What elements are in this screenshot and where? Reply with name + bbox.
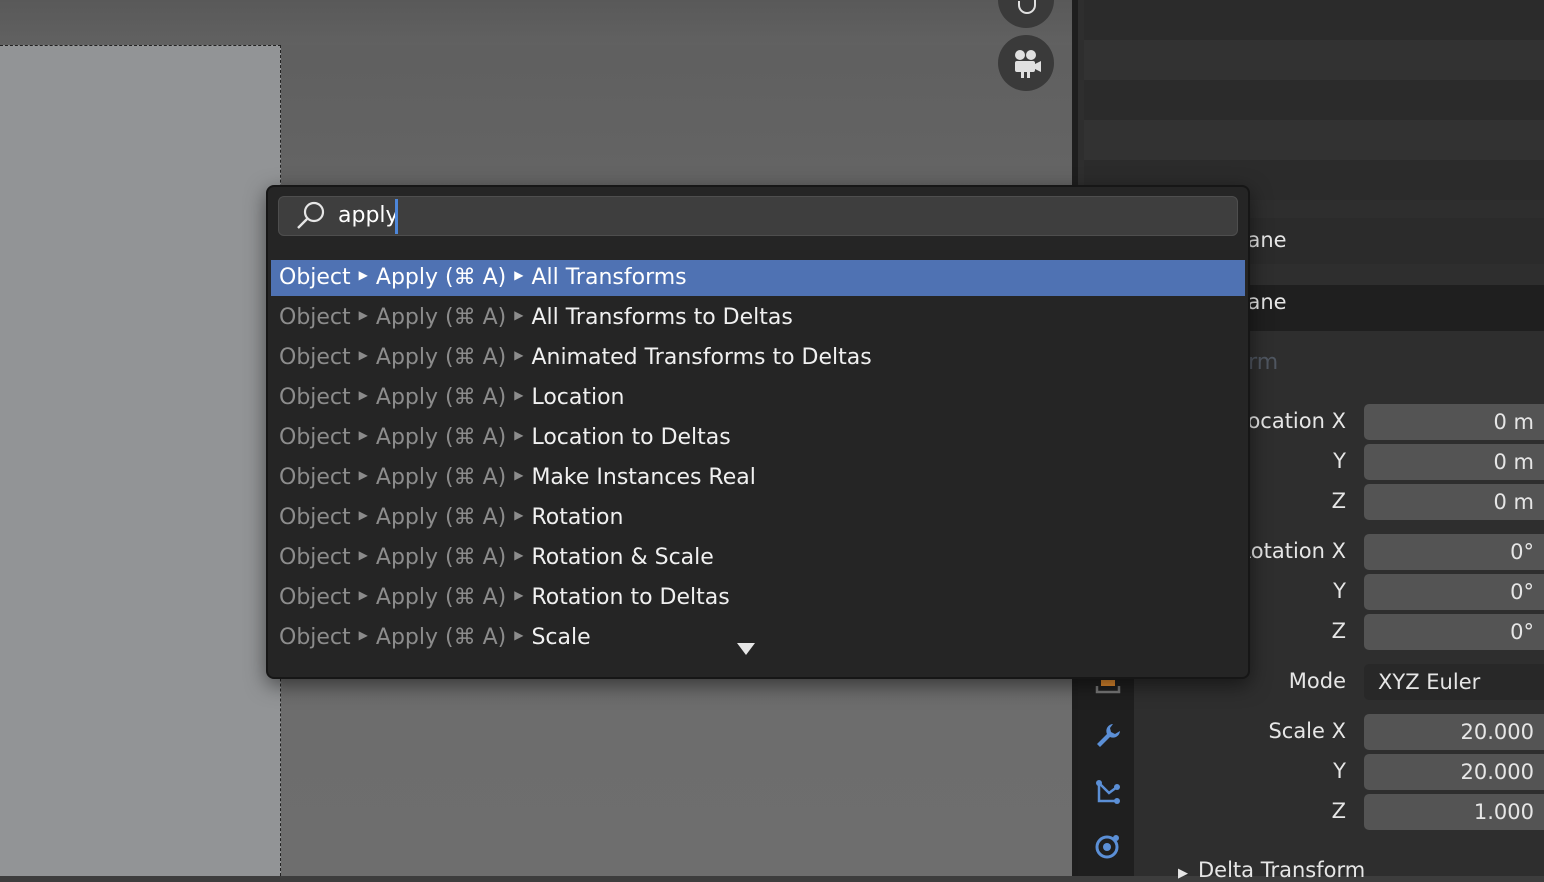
scale-y-label: Y	[1333, 759, 1346, 783]
result-label: Rotation	[531, 505, 624, 530]
search-result-item[interactable]: Object ▶ Apply (⌘ A) ▶ Make Instances Real	[271, 460, 1245, 496]
camera-view-button[interactable]	[998, 35, 1054, 91]
outliner-row	[1084, 0, 1544, 40]
result-breadcrumb: Apply (⌘ A)	[375, 465, 507, 490]
result-breadcrumb: Object	[279, 625, 351, 650]
camera-frame	[0, 45, 281, 876]
search-result-item[interactable]: Object ▶ Apply (⌘ A) ▶ Location	[271, 380, 1245, 416]
breadcrumb-separator-icon: ▶	[514, 588, 524, 602]
physics-icon	[1095, 835, 1119, 859]
breadcrumb-separator-icon: ▶	[514, 308, 524, 322]
viewport-header-area	[0, 0, 1072, 45]
result-label: Location	[531, 385, 625, 410]
breadcrumb-separator-icon: ▶	[358, 388, 368, 402]
result-label: Scale	[531, 625, 591, 650]
result-breadcrumb: Object	[279, 305, 351, 330]
location-x-field[interactable]: 0 m	[1364, 404, 1544, 440]
result-breadcrumb: Apply (⌘ A)	[375, 385, 507, 410]
search-result-item[interactable]: Object ▶ Apply (⌘ A) ▶ Rotation	[271, 500, 1245, 536]
search-field[interactable]	[278, 196, 1238, 236]
result-breadcrumb: Apply (⌘ A)	[375, 425, 507, 450]
result-label: All Transforms to Deltas	[531, 305, 793, 330]
modifier-icon	[1097, 724, 1120, 747]
scale-z-label: Z	[1331, 799, 1346, 823]
search-result-item[interactable]: Object ▶ Apply (⌘ A) ▶ Scale	[271, 620, 1245, 656]
scroll-down-arrow-icon[interactable]	[737, 643, 755, 655]
result-breadcrumb: Apply (⌘ A)	[375, 585, 507, 610]
text-cursor	[395, 199, 398, 234]
camera-icon	[1015, 50, 1041, 78]
result-label: Make Instances Real	[531, 465, 756, 490]
hand-icon	[1018, 0, 1036, 14]
breadcrumb-separator-icon: ▶	[358, 348, 368, 362]
search-result-item[interactable]: Object ▶ Apply (⌘ A) ▶ All Transforms	[271, 260, 1245, 296]
breadcrumb-separator-icon: ▶	[358, 588, 368, 602]
breadcrumb-separator-icon: ▶	[514, 348, 524, 362]
result-label: Location to Deltas	[531, 425, 731, 450]
search-result-item[interactable]: Object ▶ Apply (⌘ A) ▶ All Transforms to Del…	[271, 300, 1245, 336]
result-label: All Transforms	[531, 265, 687, 290]
result-breadcrumb: Apply (⌘ A)	[375, 625, 507, 650]
result-breadcrumb: Object	[279, 465, 351, 490]
result-label: Rotation & Scale	[531, 545, 714, 570]
breadcrumb-separator-icon: ▶	[514, 628, 524, 642]
result-label: Rotation to Deltas	[531, 585, 730, 610]
location-y-field[interactable]: 0 m	[1364, 444, 1544, 480]
search-result-item[interactable]: Object ▶ Apply (⌘ A) ▶ Rotation & Scale	[271, 540, 1245, 576]
scale-x-field[interactable]: 20.000	[1364, 714, 1544, 750]
breadcrumb-separator-icon: ▶	[358, 308, 368, 322]
rotation-mode-dropdown[interactable]: XYZ Euler	[1364, 664, 1544, 700]
result-breadcrumb: Object	[279, 425, 351, 450]
breadcrumb-separator-icon: ▶	[358, 428, 368, 442]
result-breadcrumb: Object	[279, 385, 351, 410]
rotation-x-field[interactable]: 0°	[1364, 534, 1544, 570]
result-breadcrumb: Object	[279, 545, 351, 570]
result-breadcrumb: Object	[279, 265, 351, 290]
result-breadcrumb: Apply (⌘ A)	[375, 265, 507, 290]
location-z-field[interactable]: 0 m	[1364, 484, 1544, 520]
outliner-row	[1084, 40, 1544, 80]
breadcrumb-separator-icon: ▶	[514, 268, 524, 282]
outliner-row	[1084, 80, 1544, 120]
breadcrumb-separator-icon: ▶	[514, 548, 524, 562]
breadcrumb-separator-icon: ▶	[358, 628, 368, 642]
breadcrumb-separator-icon: ▶	[514, 508, 524, 522]
search-result-item[interactable]: Object ▶ Apply (⌘ A) ▶ Rotation to Deltas	[271, 580, 1245, 616]
scale-z-field[interactable]: 1.000	[1364, 794, 1544, 830]
breadcrumb-separator-icon: ▶	[358, 508, 368, 522]
result-label: Animated Transforms to Deltas	[531, 345, 872, 370]
search-result-item[interactable]: Object ▶ Apply (⌘ A) ▶ Location to Deltas	[271, 420, 1245, 456]
result-breadcrumb: Object	[279, 585, 351, 610]
breadcrumb-separator-icon: ▶	[514, 468, 524, 482]
breadcrumb-separator-icon: ▶	[514, 428, 524, 442]
breadcrumb-separator-icon: ▶	[358, 268, 368, 282]
scale-x-label: Scale X	[1268, 719, 1346, 743]
delta-transform-panel-header[interactable]: ▶ Delta Transform	[1178, 858, 1365, 882]
rotation-y-field[interactable]: 0°	[1364, 574, 1544, 610]
result-breadcrumb: Apply (⌘ A)	[375, 505, 507, 530]
chevron-right-icon: ▶	[1178, 866, 1188, 881]
search-input[interactable]: apply	[338, 200, 399, 232]
rotation-z-field[interactable]: 0°	[1364, 614, 1544, 650]
search-icon	[297, 201, 325, 229]
outliner-row	[1084, 120, 1544, 160]
delta-transform-title: Delta Transform	[1198, 858, 1366, 882]
breadcrumb-separator-icon: ▶	[358, 548, 368, 562]
result-breadcrumb: Apply (⌘ A)	[375, 345, 507, 370]
result-breadcrumb: Object	[279, 345, 351, 370]
tab-physics[interactable]	[1082, 820, 1134, 872]
search-result-item[interactable]: Object ▶ Apply (⌘ A) ▶ Animated Transforms t…	[271, 340, 1245, 376]
result-breadcrumb: Apply (⌘ A)	[375, 545, 507, 570]
result-breadcrumb: Object	[279, 505, 351, 530]
breadcrumb-separator-icon: ▶	[514, 388, 524, 402]
result-breadcrumb: Apply (⌘ A)	[375, 305, 507, 330]
breadcrumb-separator-icon: ▶	[358, 468, 368, 482]
scale-y-field[interactable]: 20.000	[1364, 754, 1544, 790]
particles-icon	[1096, 780, 1120, 804]
